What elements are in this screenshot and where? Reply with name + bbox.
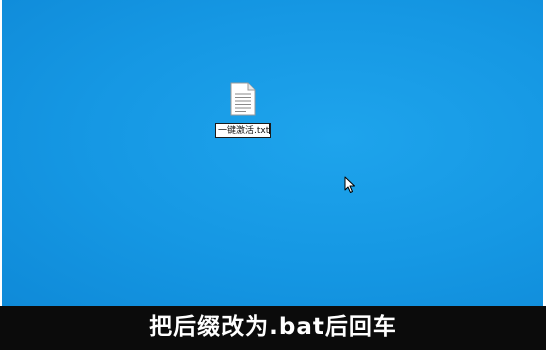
text-file-icon[interactable]: [230, 82, 256, 116]
screenshot: 一键激活.txt 把后缀改为.bat后回车: [0, 0, 546, 350]
mouse-pointer-icon: [344, 176, 355, 193]
desktop-file-item[interactable]: 一键激活.txt: [212, 82, 276, 146]
file-rename-input[interactable]: 一键激活.txt: [215, 123, 271, 138]
desktop[interactable]: 一键激活.txt: [2, 0, 543, 306]
text-caret: [269, 124, 271, 134]
file-rename-value: 一键激活.txt: [218, 126, 270, 136]
caption-subtitle: 把后缀改为.bat后回车: [149, 314, 397, 340]
